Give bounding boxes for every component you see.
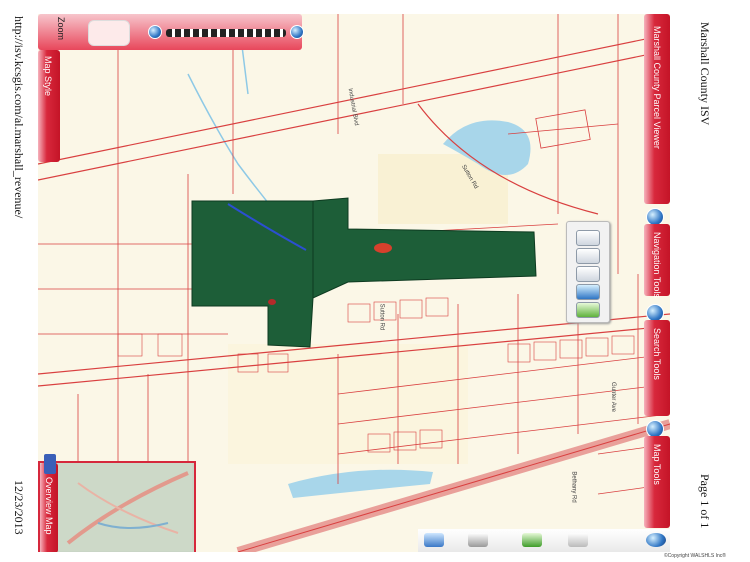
zoom-slider[interactable] bbox=[166, 29, 286, 37]
navigation-tools-label: Navigation Tools bbox=[652, 232, 662, 298]
map-tools-panel[interactable]: Map Tools bbox=[644, 436, 670, 528]
map-style-label: Map Style bbox=[43, 56, 53, 97]
overview-thumbnail[interactable] bbox=[58, 463, 192, 551]
overview-map[interactable]: Overview Map bbox=[38, 461, 196, 552]
pan-tool-icon[interactable] bbox=[576, 266, 600, 282]
pan-control[interactable] bbox=[88, 20, 130, 46]
map-style-panel[interactable]: Map Style bbox=[38, 50, 60, 162]
street-label-gunter: Gunter Ave bbox=[609, 382, 616, 412]
layers-icon[interactable] bbox=[424, 533, 444, 547]
copyright-notice: ©Copyright WALSHLS Inc® bbox=[664, 553, 726, 559]
overview-map-header[interactable]: Overview Map bbox=[40, 463, 58, 552]
navigation-tools-panel[interactable]: Navigation Tools bbox=[644, 224, 670, 298]
navigation-toolbox bbox=[566, 221, 610, 323]
zoom-label: Zoom bbox=[56, 17, 66, 41]
zoom-out-tool-icon[interactable] bbox=[576, 248, 600, 264]
zoom-in-tool-icon[interactable] bbox=[576, 230, 600, 246]
page-header-title: Marshall County ISV bbox=[698, 22, 712, 126]
parcel-marker[interactable] bbox=[374, 243, 392, 253]
title-panel: Marshall County Parcel Viewer bbox=[644, 14, 670, 204]
identify-icon[interactable] bbox=[522, 533, 542, 547]
map-viewport[interactable]: Industrial Blvd Sutton Rd Sutton Rd Gunt… bbox=[38, 14, 670, 552]
overview-map-label: Overview Map bbox=[44, 477, 54, 535]
street-label-sutton-2: Sutton Rd bbox=[378, 303, 385, 331]
scale-badge bbox=[44, 454, 56, 474]
full-extent-icon[interactable] bbox=[576, 284, 600, 300]
zoom-in-button[interactable] bbox=[290, 25, 304, 39]
street-label-bethany: Bethany Rd bbox=[570, 471, 577, 503]
page-number: Page 1 of 1 bbox=[698, 474, 712, 529]
zoom-panel: Zoom bbox=[38, 14, 304, 50]
previous-extent-icon[interactable] bbox=[576, 302, 600, 318]
measure-icon[interactable] bbox=[468, 533, 488, 547]
bottom-toolbar bbox=[418, 529, 670, 552]
help-icon[interactable] bbox=[646, 533, 666, 547]
map-tools-label: Map Tools bbox=[652, 444, 662, 485]
print-icon[interactable] bbox=[568, 533, 588, 547]
print-date: 12/23/2013 bbox=[12, 480, 26, 535]
search-tools-label: Search Tools bbox=[652, 328, 662, 380]
search-tools-panel[interactable]: Search Tools bbox=[644, 320, 670, 416]
page-url: http://isv.kcsgis.com/al.marshall_revenu… bbox=[12, 16, 26, 219]
zoom-out-button[interactable] bbox=[148, 25, 162, 39]
title-panel-label: Marshall County Parcel Viewer bbox=[652, 26, 662, 149]
